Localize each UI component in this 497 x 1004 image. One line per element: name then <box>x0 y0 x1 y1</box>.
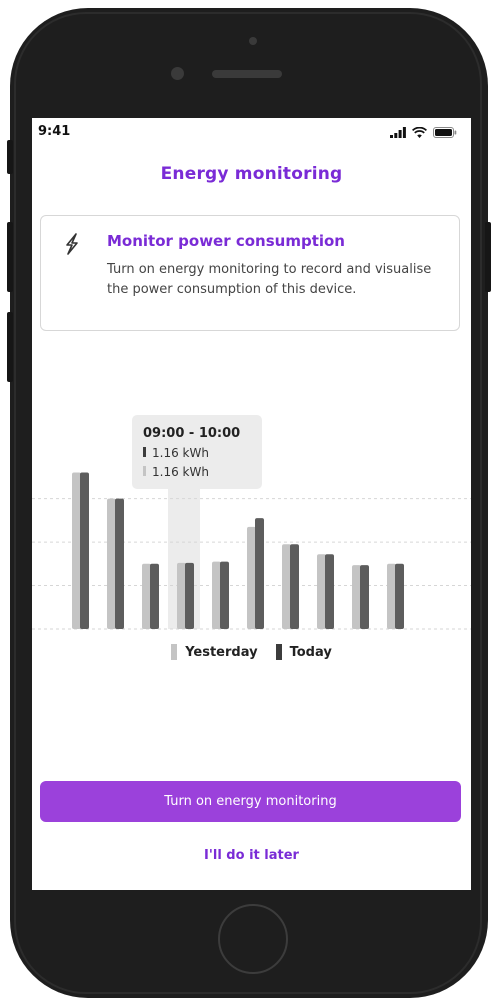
do-it-later-link[interactable]: I'll do it later <box>32 848 471 863</box>
tooltip-today-swatch <box>143 447 146 457</box>
tooltip-yesterday-value: 1.16 kWh <box>152 465 209 479</box>
legend-yesterday-swatch <box>171 644 178 660</box>
bar-today <box>185 562 194 629</box>
volume-down-button <box>7 312 13 382</box>
bar-today <box>360 565 369 629</box>
tooltip-yesterday-swatch <box>143 466 146 476</box>
bar-yesterday <box>352 565 361 629</box>
energy-chart: 09:00 - 10:00 1.16 kWh 1.16 kWh <box>32 415 471 630</box>
volume-up-button <box>7 222 13 292</box>
bar-today <box>220 561 229 629</box>
status-time: 9:41 <box>38 124 71 139</box>
bar-today <box>255 518 264 629</box>
bar-yesterday <box>212 561 221 629</box>
bar-today <box>290 544 299 629</box>
info-card: Monitor power consumption Turn on energy… <box>40 215 460 331</box>
mute-switch <box>7 140 13 174</box>
signal-icon <box>390 127 406 138</box>
lightning-icon <box>61 232 83 260</box>
battery-icon <box>433 127 457 138</box>
bar-yesterday <box>317 554 326 629</box>
wifi-icon <box>412 127 427 138</box>
tooltip-title: 09:00 - 10:00 <box>143 426 240 441</box>
legend-today-swatch <box>275 644 282 660</box>
status-icons <box>390 127 457 138</box>
turn-on-monitoring-button[interactable]: Turn on energy monitoring <box>40 781 461 822</box>
tooltip-today-value: 1.16 kWh <box>152 446 209 460</box>
earpiece-speaker <box>212 70 282 78</box>
page-title: Energy monitoring <box>160 164 343 184</box>
bar-yesterday <box>282 544 291 629</box>
bar-yesterday <box>247 526 256 629</box>
bar-today <box>395 563 404 629</box>
app-screen: 9:41 Energy monitoring Monitor power con… <box>32 118 471 890</box>
legend-today-label: Today <box>289 644 332 660</box>
legend-yesterday-label: Yesterday <box>185 644 258 660</box>
front-camera <box>171 67 184 80</box>
bar-yesterday <box>177 562 186 629</box>
power-button <box>485 222 491 292</box>
status-bar: 9:41 <box>32 118 471 148</box>
bar-today <box>150 563 159 629</box>
card-description: Turn on energy monitoring to record and … <box>107 262 432 297</box>
home-button[interactable] <box>218 904 288 974</box>
legend-today: Today <box>275 644 332 660</box>
chart-legend: Yesterday Today <box>32 644 471 660</box>
bar-today <box>325 554 334 629</box>
bar-yesterday <box>387 563 396 629</box>
bar-yesterday <box>142 563 151 629</box>
bar-today <box>80 472 89 629</box>
card-title: Monitor power consumption <box>107 232 345 250</box>
camera-dot <box>249 37 257 45</box>
bar-today <box>115 498 124 629</box>
legend-yesterday: Yesterday <box>171 644 258 660</box>
bar-yesterday <box>72 472 81 629</box>
bar-yesterday <box>107 498 116 629</box>
